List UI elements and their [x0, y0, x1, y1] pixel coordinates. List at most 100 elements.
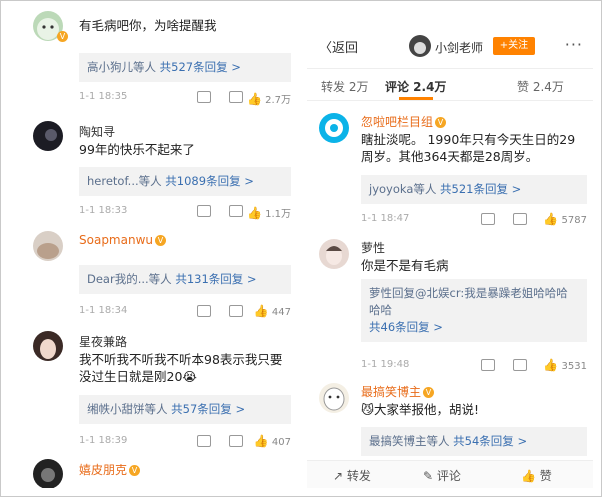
reply-count-link[interactable]: 共527条回复 > [160, 60, 241, 74]
reply-users[interactable]: Dear我的...等人 [87, 272, 172, 286]
reply-users[interactable]: 高小狗儿等人 [87, 60, 156, 74]
avatar[interactable] [33, 459, 63, 488]
username[interactable]: 嬉皮朋克 V [79, 461, 141, 478]
reply-count-link[interactable]: 共1089条回复 > [165, 174, 254, 188]
comment-icon[interactable] [229, 305, 243, 317]
back-button[interactable]: 〈返回 [319, 37, 358, 56]
reply-count-link[interactable]: 共521条回复 > [440, 182, 521, 196]
reply-summary[interactable]: 萝性回复@北娱cr:我是暴躁老姐哈哈哈哈哈 共46条回复 > [361, 279, 587, 342]
avatar[interactable] [319, 113, 349, 143]
share-icon[interactable] [481, 359, 495, 371]
username[interactable]: 星夜兼路 [79, 333, 127, 350]
bottom-action-bar: ↗ 转发 ✎ 评论 👍 赞 [307, 460, 593, 488]
share-icon[interactable] [197, 305, 211, 317]
like-count: 447 [271, 307, 291, 318]
reply-count-link[interactable]: 共131条回复 > [175, 272, 256, 286]
reply-count-link[interactable]: 共54条回复 > [453, 434, 527, 448]
username[interactable]: Soapmanwu V [79, 233, 166, 247]
tab-comments[interactable]: 评论 2.4万 [385, 78, 446, 95]
username[interactable]: 陶知寻 [79, 123, 115, 140]
like-label[interactable]: 赞 [540, 469, 552, 483]
comment-time: 1-1 18:34 [79, 305, 128, 316]
comment-meta: 1-1 18:39 👍 407 [79, 435, 291, 449]
username-text[interactable]: 嬉皮朋克 [79, 463, 127, 477]
username-text[interactable]: Soapmanwu [79, 233, 153, 247]
username-text[interactable]: 最搞笑博主 [361, 385, 421, 399]
comment-button[interactable]: ✎ 评论 [423, 467, 461, 484]
thumbs-up-icon: 👍 [543, 212, 559, 226]
reply-summary[interactable]: jyoyoka等人 共521条回复 > [361, 175, 587, 204]
comment-text: 99年的快乐不起来了 [79, 142, 195, 157]
comment-icon[interactable] [513, 359, 527, 371]
reply-users[interactable]: jyoyoka等人 [369, 182, 436, 196]
interaction-tabs: 转发 2万 评论 2.4万 赞 2.4万 [307, 69, 593, 101]
share-icon[interactable] [197, 91, 211, 103]
comment-time: 1-1 18:39 [79, 435, 128, 446]
reply-summary[interactable]: heretof...等人 共1089条回复 > [79, 167, 291, 196]
reply-users[interactable]: 萝性回复@北娱cr:我是暴躁老姐哈哈哈哈哈 [369, 286, 568, 317]
avatar[interactable] [319, 383, 349, 413]
comment-meta: 1-1 18:34 👍 447 [79, 305, 291, 319]
follow-button[interactable]: +关注 [493, 37, 535, 55]
comment-meta: 1-1 19:48 👍 3531 [361, 359, 587, 373]
top-nav-bar: 〈返回 小剑老师 +关注 ··· [307, 9, 593, 69]
comment-meta: 1-1 18:35 👍 2.7万 [79, 91, 291, 106]
like-button[interactable]: 👍 1.1万 [247, 205, 291, 220]
like-button[interactable]: 👍 2.7万 [247, 91, 291, 106]
reply-summary[interactable]: 缃帙小甜饼等人 共57条回复 > [79, 395, 291, 424]
thumbs-up-icon: 👍 [246, 206, 262, 220]
reply-count-link[interactable]: 共57条回复 > [171, 402, 245, 416]
thumbs-up-icon: 👍 [253, 434, 269, 448]
comment-time: 1-1 18:47 [361, 213, 410, 224]
avatar[interactable] [33, 331, 63, 361]
like-count: 1.1万 [265, 209, 291, 220]
share-icon[interactable] [481, 213, 495, 225]
share-icon[interactable] [197, 435, 211, 447]
comment-text: 有毛病吧你，为啥提醒我 [79, 18, 217, 33]
vip-badge-icon: V [57, 31, 68, 42]
comment-time: 1-1 19:48 [361, 359, 410, 370]
comment-icon[interactable] [229, 435, 243, 447]
avatar[interactable] [33, 121, 63, 151]
like-count: 2.7万 [265, 95, 291, 106]
comment-label[interactable]: 评论 [437, 469, 461, 483]
like-bottom-button[interactable]: 👍 赞 [521, 467, 552, 484]
username[interactable]: 萝性 [361, 239, 385, 256]
forward-label[interactable]: 转发 [347, 469, 371, 483]
like-button[interactable]: 👍 5787 [543, 213, 587, 226]
comment-icon[interactable] [229, 91, 243, 103]
more-options-icon[interactable]: ··· [565, 35, 583, 54]
reply-users[interactable]: 最搞笑博主等人 [369, 434, 450, 448]
vip-badge-icon: V [423, 387, 435, 398]
comment-item: 陶知寻 99年的快乐不起来了 heretof...等人 共1089条回复 > 1… [11, 113, 297, 223]
forward-button[interactable]: ↗ 转发 [333, 467, 371, 484]
author-name[interactable]: 小剑老师 [435, 39, 483, 56]
comment-icon[interactable] [513, 213, 527, 225]
avatar[interactable] [33, 231, 63, 261]
reply-users[interactable]: 缃帙小甜饼等人 [87, 402, 168, 416]
reply-summary[interactable]: 最搞笑博主等人 共54条回复 > [361, 427, 587, 456]
vip-badge-icon: V [435, 117, 447, 128]
author-avatar[interactable] [409, 35, 431, 57]
reply-count-link[interactable]: 共46条回复 > [369, 320, 443, 334]
thumbs-up-icon: 👍 [521, 469, 536, 483]
vip-badge-icon: V [155, 235, 166, 246]
comment-text: 😼大家举报他，胡说! [361, 402, 480, 417]
tab-likes[interactable]: 赞 2.4万 [517, 78, 564, 95]
reply-summary[interactable]: 高小狗儿等人 共527条回复 > [79, 53, 291, 82]
reply-summary[interactable]: Dear我的...等人 共131条回复 > [79, 265, 291, 294]
share-icon[interactable] [197, 205, 211, 217]
like-button[interactable]: 👍 447 [254, 305, 291, 318]
like-button[interactable]: 👍 407 [254, 435, 291, 448]
username[interactable]: 忽啦吧栏目组 V [361, 113, 447, 130]
thumbs-up-icon: 👍 [543, 358, 559, 372]
right-weibo-panel: 〈返回 小剑老师 +关注 ··· 转发 2万 评论 2.4万 赞 2.4万 忽啦… [307, 9, 593, 488]
username-text[interactable]: 忽啦吧栏目组 [361, 115, 433, 129]
comment-icon[interactable] [229, 205, 243, 217]
comment-meta: 1-1 18:33 👍 1.1万 [79, 205, 291, 220]
tab-forward[interactable]: 转发 2万 [321, 78, 368, 95]
reply-users[interactable]: heretof...等人 [87, 174, 162, 188]
like-button[interactable]: 👍 3531 [543, 359, 587, 372]
username[interactable]: 最搞笑博主 V [361, 383, 435, 400]
avatar[interactable] [319, 239, 349, 269]
